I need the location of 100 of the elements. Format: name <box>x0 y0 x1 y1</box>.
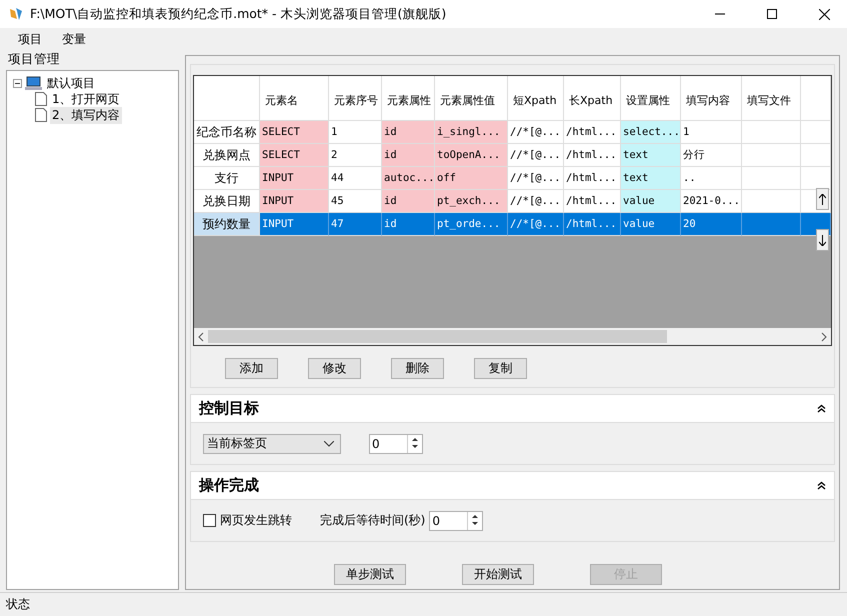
table-cell: id <box>382 121 435 144</box>
column-header[interactable]: 短Xpath <box>508 76 564 121</box>
window-title: F:\MOT\自动监控和填表预约纪念币.mot* - 木头浏览器项目管理(旗舰版) <box>30 6 448 22</box>
table-cell: /html... <box>564 121 621 144</box>
table-cell <box>742 167 801 190</box>
table-cell: id <box>382 213 435 236</box>
column-header[interactable]: 设置属性 <box>621 76 681 121</box>
table-cell: //*[@... <box>508 167 564 190</box>
table-cell: /html... <box>564 213 621 236</box>
down-arrow-icon <box>819 234 826 246</box>
column-header[interactable]: 元素属性 <box>382 76 435 121</box>
table-cell: 2021-0... <box>681 190 742 213</box>
close-icon <box>818 8 830 20</box>
table-cell: value <box>621 213 681 236</box>
table-cell: i_singl... <box>435 121 508 144</box>
column-header[interactable]: 元素属性值 <box>435 76 508 121</box>
table-cell: /html... <box>564 190 621 213</box>
wait-time-spinner[interactable]: 0 <box>429 510 484 530</box>
table-cell: pt_exch... <box>435 190 508 213</box>
collapse-icon[interactable] <box>817 404 826 413</box>
minimize-icon <box>715 13 725 15</box>
table-cell: /html... <box>564 144 621 167</box>
table-cell <box>742 213 801 236</box>
column-header[interactable]: 元素名 <box>260 76 329 121</box>
table-cell: //*[@... <box>508 144 564 167</box>
test-button[interactable]: 单步测试 <box>334 564 406 585</box>
menu-item[interactable]: 变量 <box>54 28 94 50</box>
table-cell: text <box>621 144 681 167</box>
column-header[interactable]: 长Xpath <box>564 76 621 121</box>
table-cell: //*[@... <box>508 213 564 236</box>
table-cell: /html... <box>564 167 621 190</box>
document-icon <box>35 92 47 106</box>
section-header[interactable]: 操作完成 <box>191 472 834 500</box>
tree-item[interactable]: 默认项目 <box>45 74 97 92</box>
panel-title: 项目管理 <box>7 50 61 68</box>
table-cell <box>801 144 831 167</box>
table-cell <box>801 167 831 190</box>
table-cell <box>801 121 831 144</box>
table-cell: value <box>621 190 681 213</box>
collapse-icon[interactable] <box>13 78 22 88</box>
table-cell: text <box>621 167 681 190</box>
target-dropdown[interactable]: 当前标签页 <box>203 434 341 454</box>
table-cell: 44 <box>329 167 382 190</box>
table-action-button[interactable]: 删除 <box>391 358 444 379</box>
row-header[interactable]: 支行 <box>194 167 260 190</box>
section-title: 控制目标 <box>199 399 259 418</box>
wait-time-label: 完成后等待时间(秒) <box>320 512 426 529</box>
checkbox[interactable] <box>203 514 216 527</box>
tree-item[interactable]: 1、打开网页 <box>50 90 122 108</box>
scroll-up-button[interactable] <box>816 188 829 210</box>
column-header[interactable]: 填写文件 <box>742 76 801 121</box>
test-button[interactable]: 开始测试 <box>462 564 534 585</box>
document-icon <box>35 108 47 122</box>
column-header[interactable]: 填写内容 <box>681 76 742 121</box>
table-cell: INPUT <box>260 190 329 213</box>
table-cell: 1 <box>329 121 382 144</box>
tab-index-spinner[interactable]: 0 <box>369 434 423 454</box>
table-action-button[interactable]: 添加 <box>225 358 278 379</box>
section-title: 操作完成 <box>199 476 259 495</box>
status-text: 状态 <box>6 596 30 613</box>
table-cell: id <box>382 144 435 167</box>
checkbox-label: 网页发生跳转 <box>220 512 292 529</box>
computer-icon <box>25 76 42 90</box>
table-action-button[interactable]: 复制 <box>474 358 527 379</box>
table-cell: //*[@... <box>508 121 564 144</box>
horizontal-scrollbar[interactable] <box>194 328 831 345</box>
row-header[interactable]: 兑换网点 <box>194 144 260 167</box>
table-cell: 1 <box>681 121 742 144</box>
chevron-down-icon <box>324 440 334 446</box>
column-header[interactable]: 元素序号 <box>329 76 382 121</box>
table-cell: toOpenA... <box>435 144 508 167</box>
row-header[interactable]: 兑换日期 <box>194 190 260 213</box>
row-header[interactable]: 纪念币名称 <box>194 121 260 144</box>
table-cell: pt_orde... <box>435 213 508 236</box>
table-cell: INPUT <box>260 213 329 236</box>
table-cell: id <box>382 190 435 213</box>
table-cell: 20 <box>681 213 742 236</box>
table-cell: 45 <box>329 190 382 213</box>
table-cell: SELECT <box>260 121 329 144</box>
table-cell: .. <box>681 167 742 190</box>
table-cell: 47 <box>329 213 382 236</box>
maximize-icon <box>767 9 777 19</box>
up-arrow-icon <box>819 194 826 204</box>
table-action-button[interactable]: 修改 <box>308 358 361 379</box>
menu-item[interactable]: 项目 <box>10 28 50 50</box>
table-cell <box>742 190 801 213</box>
table-cell: 2 <box>329 144 382 167</box>
table-cell <box>742 144 801 167</box>
scroll-down-button[interactable] <box>816 229 829 251</box>
table-cell: off <box>435 167 508 190</box>
table-cell: //*[@... <box>508 190 564 213</box>
app-icon <box>8 6 24 22</box>
table-cell: INPUT <box>260 167 329 190</box>
table-cell <box>742 121 801 144</box>
section-header[interactable]: 控制目标 <box>191 395 834 423</box>
table-cell: autoc... <box>382 167 435 190</box>
table-cell: 分行 <box>681 144 742 167</box>
tree-item[interactable]: 2、填写内容 <box>50 106 122 124</box>
collapse-icon[interactable] <box>817 481 826 490</box>
row-header[interactable]: 预约数量 <box>194 213 260 236</box>
